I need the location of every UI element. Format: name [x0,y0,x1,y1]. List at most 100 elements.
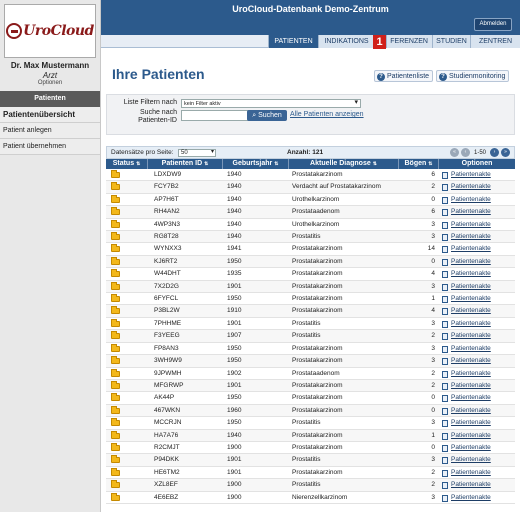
patientenakte-link[interactable]: Patientenakte [451,293,491,305]
folder-icon[interactable] [111,356,120,365]
patientenakte-link[interactable]: Patientenakte [451,330,491,342]
folder-icon[interactable] [111,467,120,476]
col-boegen[interactable]: Bögen ⇅ [399,159,439,169]
folder-icon[interactable] [111,368,120,377]
record-icon[interactable] [442,333,448,341]
folder-icon[interactable] [111,442,120,451]
col-patienten-id[interactable]: Patienten ID ⇅ [148,159,223,169]
folder-icon[interactable] [111,194,120,203]
folder-icon[interactable] [111,430,120,439]
folder-icon[interactable] [111,405,120,414]
col-geburtsjahr[interactable]: Geburtsjahr ⇅ [223,159,289,169]
show-all-patients-link[interactable]: Alle Patienten anzeigen [290,111,364,118]
patientenakte-link[interactable]: Patientenakte [451,368,491,380]
record-icon[interactable] [442,420,448,428]
record-icon[interactable] [442,196,448,204]
record-icon[interactable] [442,482,448,490]
patientenakte-link[interactable]: Patientenakte [451,206,491,218]
sidebar-item-patient-anlegen[interactable]: Patient anlegen [0,123,100,139]
patientenakte-link[interactable]: Patientenakte [451,268,491,280]
patientenakte-link[interactable]: Patientenakte [451,355,491,367]
folder-icon[interactable] [111,294,120,303]
record-icon[interactable] [442,320,448,328]
record-icon[interactable] [442,283,448,291]
patientenakte-link[interactable]: Patientenakte [451,318,491,330]
folder-icon[interactable] [111,170,120,178]
last-page-icon[interactable]: » [501,148,510,157]
patientenakte-link[interactable]: Patientenakte [451,479,491,491]
record-icon[interactable] [442,308,448,316]
record-icon[interactable] [442,209,448,217]
sort-icon[interactable]: ⇅ [373,161,377,167]
sidebar-item-patient-uebernehmen[interactable]: Patient übernehmen [0,139,100,155]
per-page-select[interactable]: 50 [178,149,216,157]
folder-icon[interactable] [111,480,120,489]
folder-icon[interactable] [111,343,120,352]
folder-icon[interactable] [111,492,120,501]
record-icon[interactable] [442,494,448,502]
sort-icon[interactable]: ⇅ [136,161,140,167]
record-icon[interactable] [442,407,448,415]
record-icon[interactable] [442,457,448,465]
folder-icon[interactable] [111,418,120,427]
folder-icon[interactable] [111,219,120,228]
patientenakte-link[interactable]: Patientenakte [451,194,491,206]
patientenakte-link[interactable]: Patientenakte [451,492,491,504]
patientenakte-link[interactable]: Patientenakte [451,343,491,355]
tab-indikationsreferenzen[interactable]: INDIKATIONS [318,35,374,48]
folder-icon[interactable] [111,256,120,265]
sort-icon[interactable]: ⇅ [274,161,278,167]
folder-icon[interactable] [111,393,120,402]
search-button[interactable]: ⌕ Suchen [247,110,287,121]
record-icon[interactable] [442,370,448,378]
first-page-icon[interactable]: « [449,148,459,157]
folder-icon[interactable] [111,182,120,191]
record-icon[interactable] [442,432,448,440]
folder-icon[interactable] [111,380,120,389]
logo[interactable]: UroCloud [4,4,96,58]
patientenakte-link[interactable]: Patientenakte [451,392,491,404]
patientenakte-link[interactable]: Patientenakte [451,380,491,392]
record-icon[interactable] [442,258,448,266]
sort-icon[interactable]: ⇅ [428,161,432,167]
folder-icon[interactable] [111,318,120,327]
patientenakte-link[interactable]: Patientenakte [451,169,491,181]
record-icon[interactable] [442,345,448,353]
tab-zentren[interactable]: ZENTREN [470,35,520,48]
record-icon[interactable] [442,382,448,390]
patientenakte-link[interactable]: Patientenakte [451,467,491,479]
patientenakte-link[interactable]: Patientenakte [451,219,491,231]
folder-icon[interactable] [111,455,120,464]
patientenakte-link[interactable]: Patientenakte [451,256,491,268]
col-diagnose[interactable]: Aktuelle Diagnose ⇅ [289,159,399,169]
folder-icon[interactable] [111,306,120,315]
patientenakte-link[interactable]: Patientenakte [451,231,491,243]
patientenliste-button[interactable]: ? Patientenliste [374,70,434,82]
folder-icon[interactable] [111,207,120,216]
studienmonitoring-button[interactable]: ? Studienmonitoring [436,70,510,82]
record-icon[interactable] [442,221,448,229]
record-icon[interactable] [442,469,448,477]
tab-studien[interactable]: STUDIEN [432,35,470,48]
tab-referenzen[interactable]: FERENZEN [386,35,432,48]
record-icon[interactable] [442,246,448,254]
folder-icon[interactable] [111,269,120,278]
patientenakte-link[interactable]: Patientenakte [451,430,491,442]
patientenakte-link[interactable]: Patientenakte [451,442,491,454]
sidebar-section-patienten[interactable]: Patienten [0,91,100,107]
record-icon[interactable] [442,271,448,279]
patientenakte-link[interactable]: Patientenakte [451,405,491,417]
user-options-link[interactable]: Optionen [0,80,100,86]
folder-icon[interactable] [111,331,120,340]
tab-patienten[interactable]: PATIENTEN [268,35,318,48]
prev-page-icon[interactable]: ‹ [460,148,470,157]
patientenakte-link[interactable]: Patientenakte [451,243,491,255]
patientenakte-link[interactable]: Patientenakte [451,281,491,293]
patientenakte-link[interactable]: Patientenakte [451,181,491,193]
record-icon[interactable] [442,358,448,366]
logout-button[interactable]: Abmelden [474,18,512,31]
sort-icon[interactable]: ⇅ [204,161,208,167]
next-page-icon[interactable]: › [490,148,499,157]
sidebar-item-patientenuebersicht[interactable]: Patientenübersicht [0,107,100,123]
folder-icon[interactable] [111,232,120,241]
